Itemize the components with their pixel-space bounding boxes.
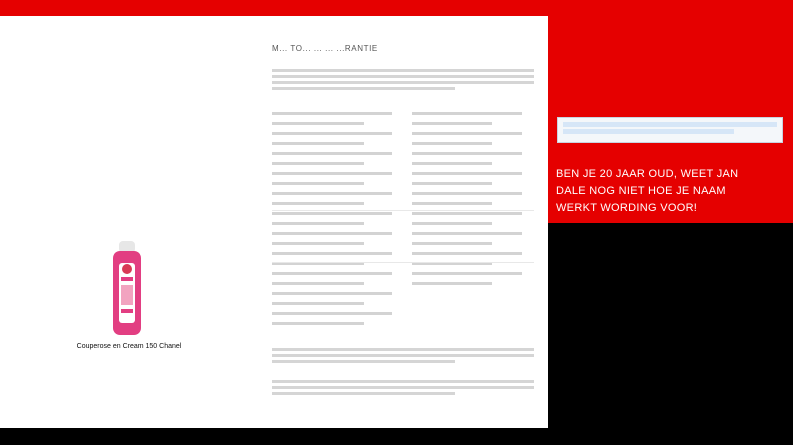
- article-intro: [272, 66, 534, 93]
- spec-table-col-left: [272, 112, 392, 332]
- spec-table-col-right: [412, 112, 522, 292]
- bottom-band: [0, 428, 793, 445]
- article-heading: M... TO... ... ... ...RANTIE: [272, 44, 378, 53]
- black-panel: [548, 223, 793, 445]
- product-logo: [122, 264, 132, 274]
- product-caption: Couperose en Cream 150 Chanel: [76, 343, 182, 350]
- article-footer: [272, 377, 534, 398]
- notice-box: [557, 117, 783, 143]
- promo-text: BEN JE 20 JAAR OUD, WEET JAN DALE NOG NI…: [556, 168, 739, 214]
- article-body: [272, 345, 534, 366]
- top-band: [0, 0, 793, 16]
- product-image: [113, 241, 141, 335]
- spec-table: [272, 112, 534, 338]
